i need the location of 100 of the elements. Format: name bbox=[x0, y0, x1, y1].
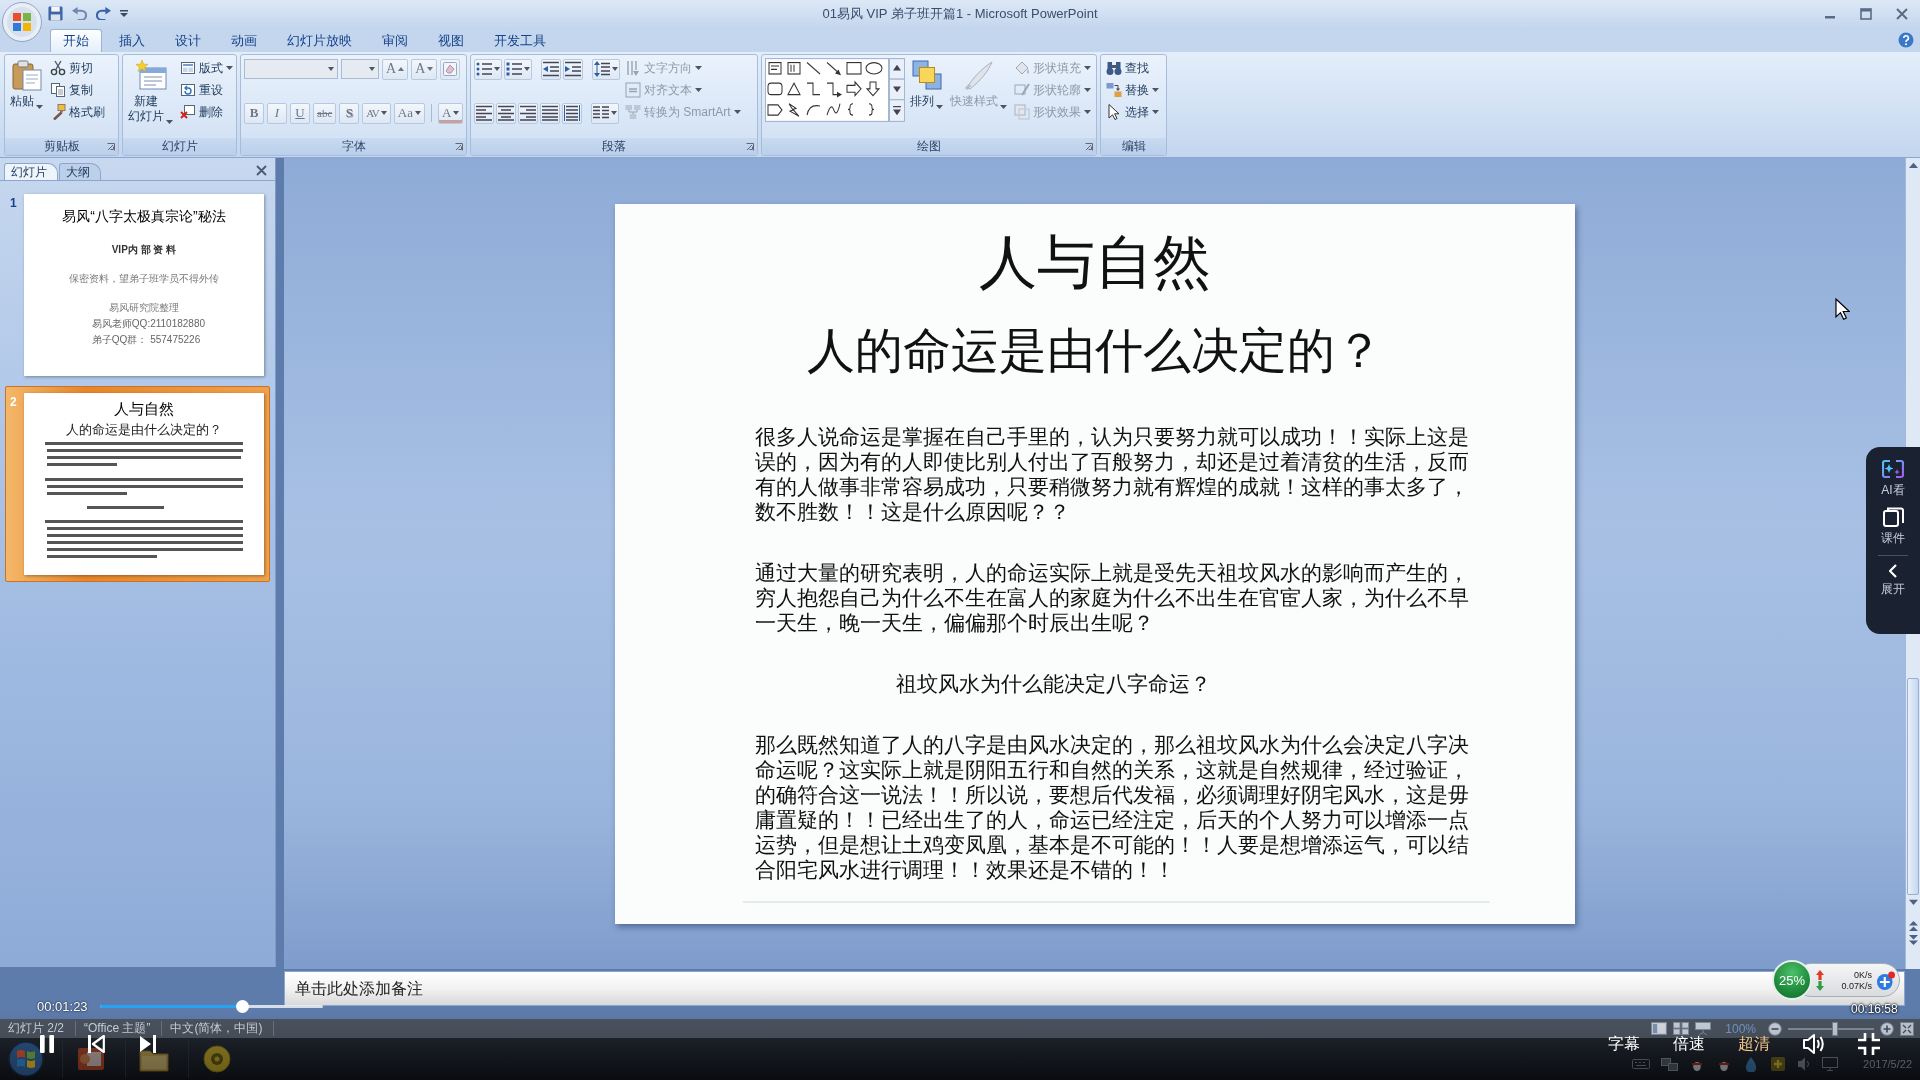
help-icon[interactable] bbox=[1898, 31, 1914, 48]
decrease-indent-button[interactable] bbox=[541, 58, 561, 80]
slide-thumbnail[interactable]: 易风“八字太极真宗论”秘法 VIP内 部 资 料 保密资料，望弟子班学员不得外传 易风研究院整理 易风老师QQ:2110182880 弟子QQ群： 557475226 bbox=[23, 194, 264, 376]
text-direction-icon bbox=[625, 60, 641, 76]
replace-button[interactable]: 替换 bbox=[1104, 79, 1161, 101]
previous-icon[interactable] bbox=[88, 1035, 105, 1053]
align-left-button[interactable] bbox=[474, 102, 494, 124]
scrollbar-thumb[interactable] bbox=[1907, 678, 1919, 895]
save-button[interactable] bbox=[48, 3, 63, 24]
plus-circle-icon[interactable] bbox=[1876, 970, 1895, 990]
scroll-down-icon[interactable] bbox=[1908, 899, 1918, 905]
brush-stroke-icon bbox=[962, 59, 995, 91]
swap-icon bbox=[1106, 82, 1122, 98]
thumbnail-title: 易风“八字太极真宗论”秘法 bbox=[62, 207, 226, 225]
layout-button[interactable]: 版式 bbox=[178, 57, 235, 79]
format-painter-button[interactable]: 格式刷 bbox=[48, 101, 107, 123]
ribbon-tab[interactable]: 幻灯片放映 bbox=[274, 29, 365, 52]
layout-icon bbox=[180, 60, 196, 76]
maximize-icon[interactable] bbox=[1860, 7, 1872, 20]
caret-icon bbox=[369, 67, 375, 71]
dialog-launcher-icon[interactable] bbox=[107, 143, 115, 151]
side-toolbar-button[interactable]: AI看 bbox=[1881, 459, 1905, 499]
scissors-icon bbox=[50, 60, 66, 76]
shadow-square-icon bbox=[1014, 104, 1030, 120]
arrange-button[interactable]: 排列 bbox=[908, 57, 945, 133]
shape-gallery[interactable] bbox=[765, 58, 905, 122]
numbering-button[interactable] bbox=[504, 58, 532, 80]
caret-icon bbox=[611, 111, 617, 115]
exit-fullscreen-icon[interactable] bbox=[1858, 1033, 1880, 1055]
columns-button[interactable] bbox=[591, 102, 619, 124]
scroll-up-icon[interactable] bbox=[1908, 162, 1918, 168]
ribbon-tab[interactable]: 动画 bbox=[218, 29, 270, 52]
ribbon-tab[interactable]: 插入 bbox=[106, 29, 158, 52]
increase-indent-button[interactable] bbox=[563, 58, 583, 80]
menu-orb-icon[interactable] bbox=[2, 2, 42, 42]
slide-number: 1 bbox=[10, 195, 18, 210]
line-spacing-button[interactable] bbox=[592, 58, 620, 80]
player-menu-button[interactable]: 字幕 bbox=[1608, 1035, 1640, 1053]
dialog-launcher-icon[interactable] bbox=[746, 143, 754, 151]
distribute-button[interactable] bbox=[562, 102, 582, 124]
ribbon-tab[interactable]: 开发工具 bbox=[481, 29, 559, 52]
ribbon-tab[interactable]: 开始 bbox=[50, 29, 102, 52]
delete-slide-icon bbox=[180, 104, 196, 120]
reset-button[interactable]: 重设 bbox=[178, 79, 235, 101]
upload-arrow-icon bbox=[1816, 969, 1824, 980]
align-text-icon bbox=[625, 82, 641, 98]
cut-button[interactable]: 剪切 bbox=[48, 57, 107, 79]
close-icon[interactable] bbox=[256, 165, 267, 176]
new-slide-button[interactable]: 新建 幻灯片 bbox=[126, 57, 175, 133]
side-toolbar-button[interactable]: 展开 bbox=[1881, 564, 1905, 598]
fit-to-window-icon[interactable] bbox=[1900, 1021, 1914, 1036]
thumbnail-text: 弟子QQ群： 557475226 bbox=[90, 333, 201, 346]
start-orb-icon[interactable] bbox=[8, 1041, 44, 1077]
ribbon-tab[interactable]: 审阅 bbox=[369, 29, 421, 52]
justify-button[interactable] bbox=[540, 102, 560, 124]
dialog-launcher-icon[interactable] bbox=[455, 143, 463, 151]
volume-icon[interactable] bbox=[1803, 1033, 1825, 1055]
caret-up-icon bbox=[398, 67, 405, 71]
diagram-icon bbox=[625, 104, 641, 120]
player-menu-button[interactable]: 倍速 bbox=[1673, 1035, 1705, 1053]
slide-with-star-icon bbox=[134, 59, 167, 91]
next-slide-icon[interactable] bbox=[1908, 935, 1918, 945]
paste-button[interactable]: 粘贴 bbox=[8, 57, 45, 133]
zoom-out-icon[interactable] bbox=[1768, 1021, 1782, 1036]
caret-icon bbox=[328, 67, 334, 71]
panel-tab[interactable]: 大纲 bbox=[59, 163, 101, 180]
next-icon[interactable] bbox=[139, 1035, 156, 1053]
find-button[interactable]: 查找 bbox=[1104, 57, 1161, 79]
caret-icon bbox=[494, 67, 500, 71]
thumbnail-subtitle: 人的命运是由什么决定的？ bbox=[65, 422, 222, 437]
copy-button[interactable]: 复制 bbox=[48, 79, 107, 101]
align-right-button[interactable] bbox=[518, 102, 538, 124]
panel-tab[interactable]: 幻灯片 bbox=[4, 163, 58, 180]
pages-icon bbox=[1882, 507, 1904, 527]
caret-icon bbox=[524, 67, 530, 71]
slide-show-icon[interactable] bbox=[1695, 1022, 1712, 1035]
progress-handle[interactable] bbox=[236, 999, 250, 1013]
close-icon[interactable] bbox=[1896, 7, 1908, 20]
selected-slide-frame[interactable]: 2 人与自然 人的命运是由什么决定的？ bbox=[5, 386, 270, 582]
bullets-button[interactable] bbox=[474, 58, 502, 80]
columns-icon bbox=[593, 105, 609, 121]
delete-slide-button[interactable]: 删除 bbox=[178, 101, 235, 123]
previous-slide-icon[interactable] bbox=[1908, 921, 1918, 931]
ribbon-tab[interactable]: 视图 bbox=[425, 29, 477, 52]
side-toolbar-button[interactable]: 课件 bbox=[1881, 507, 1905, 547]
ribbon-group-label: 字体 bbox=[341, 138, 366, 155]
center-button[interactable] bbox=[496, 102, 516, 124]
slide-thumbnail[interactable]: 人与自然 人的命运是由什么决定的？ bbox=[23, 393, 264, 575]
binoculars-icon bbox=[1106, 60, 1122, 76]
normal-view-icon[interactable] bbox=[1651, 1022, 1668, 1035]
zoom-in-icon[interactable] bbox=[1880, 1021, 1894, 1036]
select-button[interactable]: 选择 bbox=[1104, 101, 1161, 123]
pause-icon[interactable] bbox=[40, 1035, 54, 1053]
zoom-slider-thumb[interactable] bbox=[1832, 1021, 1839, 1036]
ribbon-tab[interactable]: 设计 bbox=[162, 29, 214, 52]
slide-sorter-icon[interactable] bbox=[1673, 1022, 1690, 1035]
chevron-left-icon bbox=[1888, 564, 1898, 578]
player-menu-button[interactable]: 超清 bbox=[1738, 1035, 1770, 1053]
current-time: 00:01:23 bbox=[37, 998, 88, 1014]
dialog-launcher-icon[interactable] bbox=[1085, 143, 1093, 151]
